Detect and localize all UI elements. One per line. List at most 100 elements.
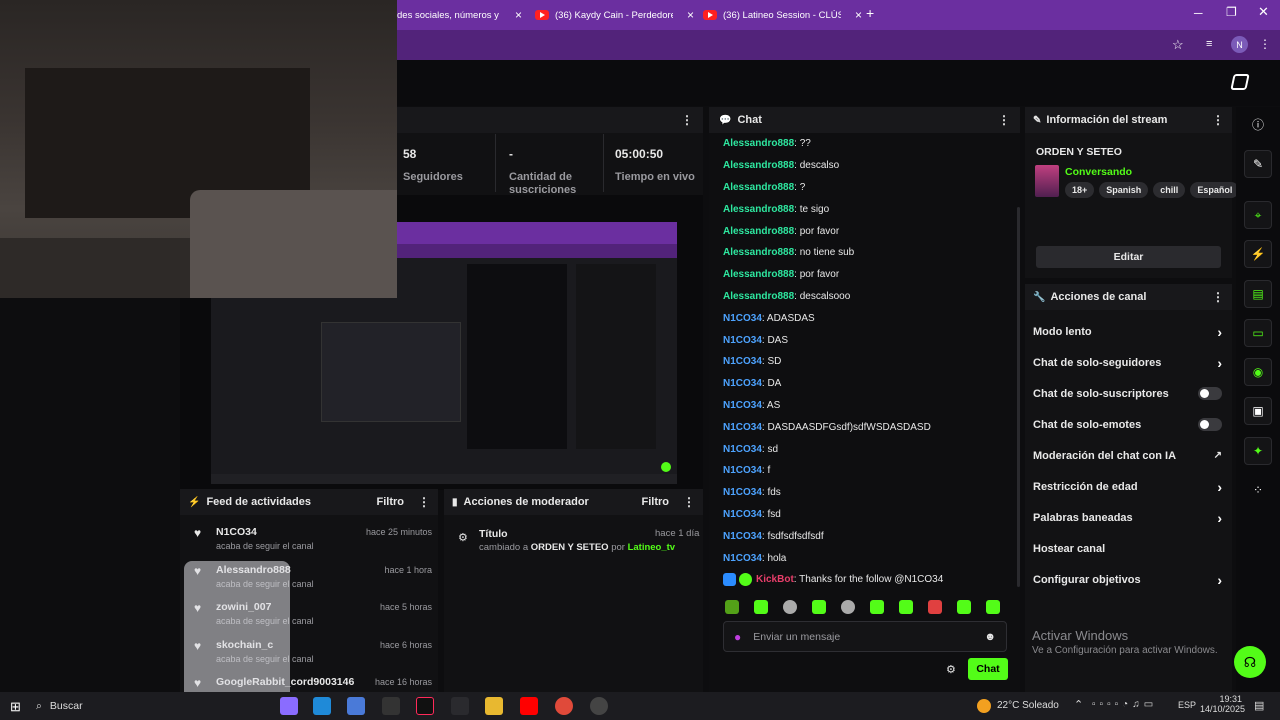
chat-username[interactable]: N1CO34: [723, 509, 762, 520]
bookmark-star-icon[interactable]: ☆: [1172, 37, 1184, 53]
chat-username[interactable]: Alessandro888: [723, 138, 794, 149]
chat-username[interactable]: N1CO34: [723, 335, 762, 346]
external-link-icon[interactable]: ↗: [1214, 450, 1222, 461]
broadcast-icon[interactable]: ◉: [1244, 358, 1272, 386]
document-icon[interactable]: ▤: [1244, 280, 1272, 308]
toggle-switch[interactable]: [1198, 387, 1222, 400]
chat-username[interactable]: N1CO34: [723, 553, 762, 564]
more-options-icon[interactable]: ⋮: [681, 113, 693, 127]
copilot-icon[interactable]: [280, 697, 298, 715]
activity-filter-button[interactable]: Filtro: [377, 496, 405, 508]
channel-action-item[interactable]: Restricción de edad ›: [1025, 471, 1232, 502]
apps-icon[interactable]: ⁘: [1244, 476, 1272, 504]
chevron-right-icon[interactable]: ›: [1217, 355, 1222, 371]
emote-icon[interactable]: [725, 600, 739, 614]
close-tab-icon[interactable]: ×: [855, 8, 862, 22]
chat-username[interactable]: Alessandro888: [723, 247, 794, 258]
close-tab-icon[interactable]: ×: [687, 8, 694, 22]
emote-icon[interactable]: [899, 600, 913, 614]
chat-username[interactable]: N1CO34: [723, 444, 762, 455]
chevron-right-icon[interactable]: ›: [1217, 510, 1222, 526]
info-icon[interactable]: ⓘ: [1244, 110, 1272, 138]
mod-filter-button[interactable]: Filtro: [642, 496, 670, 508]
taskbar-search[interactable]: ⌕ Buscar: [36, 696, 181, 716]
chat-settings-gear-icon[interactable]: ⚙: [946, 663, 956, 676]
chat-username[interactable]: Alessandro888: [723, 226, 794, 237]
browser-tab-2[interactable]: (36) Kaydy Cain - Perdedores d ×: [535, 4, 695, 26]
detail-user[interactable]: Latineo_tv: [628, 542, 676, 553]
emote-icon[interactable]: [812, 600, 826, 614]
chat-username[interactable]: Alessandro888: [723, 291, 794, 302]
emote-icon[interactable]: [783, 600, 797, 614]
layout-icon[interactable]: ▣: [1244, 397, 1272, 425]
activity-username[interactable]: N1CO34: [216, 526, 257, 538]
stream-info-options-icon[interactable]: ⋮: [1212, 113, 1224, 127]
chat-username[interactable]: N1CO34: [723, 531, 762, 542]
chat-username[interactable]: Alessandro888: [723, 204, 794, 215]
edit-stream-button[interactable]: Editar: [1036, 246, 1221, 268]
tools-icon[interactable]: ✦: [1244, 437, 1272, 465]
clock[interactable]: 19:31 14/10/2025: [1200, 694, 1245, 714]
mail-icon[interactable]: [382, 697, 400, 715]
tray-chevron-icon[interactable]: ⌃: [1074, 698, 1083, 711]
chrome-icon[interactable]: [555, 697, 573, 715]
notification-icon[interactable]: ▤: [1254, 699, 1264, 712]
mod-options-icon[interactable]: ⋮: [683, 495, 695, 509]
chat-username[interactable]: N1CO34: [723, 378, 762, 389]
channel-action-item[interactable]: Modo lento ›: [1025, 316, 1232, 347]
channel-action-item[interactable]: Configurar objetivos ›: [1025, 564, 1232, 595]
channel-action-item[interactable]: Palabras baneadas ›: [1025, 502, 1232, 533]
chat-input[interactable]: ● Enviar un mensaje ☻: [723, 621, 1007, 652]
emote-icon[interactable]: [754, 600, 768, 614]
emote-icon[interactable]: [870, 600, 884, 614]
media-control-icon[interactable]: ≡: [1206, 38, 1212, 50]
minimize-icon[interactable]: ─: [1194, 6, 1203, 20]
chat-scrollbar[interactable]: [1017, 207, 1020, 587]
chat-username[interactable]: N1CO34: [723, 400, 762, 411]
emote-icon[interactable]: [841, 600, 855, 614]
chat-username[interactable]: Alessandro888: [723, 269, 794, 280]
chat-icon[interactable]: ▭: [1244, 319, 1272, 347]
category-name[interactable]: Conversando: [1065, 166, 1132, 178]
microphone-icon[interactable]: ●: [734, 630, 741, 644]
channel-action-item[interactable]: Chat de solo-seguidores ›: [1025, 347, 1232, 378]
browser-tab-1[interactable]: des sociales, números y quié ×: [397, 4, 525, 26]
close-window-icon[interactable]: ✕: [1258, 4, 1269, 20]
channel-action-item[interactable]: Chat de solo-suscriptores: [1025, 378, 1232, 409]
channel-action-item[interactable]: Moderación del chat con IA ↗: [1025, 440, 1232, 471]
activity-options-icon[interactable]: ⋮: [418, 495, 430, 509]
edit-icon[interactable]: ✎: [1244, 150, 1272, 178]
channel-actions-options-icon[interactable]: ⋮: [1212, 290, 1224, 304]
chat-username[interactable]: N1CO34: [723, 487, 762, 498]
close-tab-icon[interactable]: ×: [515, 8, 522, 22]
focus-icon[interactable]: ⌖: [1244, 201, 1272, 229]
chat-username[interactable]: Alessandro888: [723, 160, 794, 171]
capcut-icon[interactable]: [451, 697, 469, 715]
chevron-right-icon[interactable]: ›: [1217, 479, 1222, 495]
channel-action-item[interactable]: Hostear canal: [1025, 533, 1232, 564]
browser-tab-3[interactable]: (36) Latineo Session - CLÚSTER ×: [703, 4, 863, 26]
bot-username[interactable]: KickBot: [756, 574, 794, 585]
maximize-icon[interactable]: ❐: [1226, 5, 1237, 19]
toggle-switch[interactable]: [1198, 418, 1222, 431]
channel-action-item[interactable]: Chat de solo-emotes: [1025, 409, 1232, 440]
chevron-right-icon[interactable]: ›: [1217, 324, 1222, 340]
chevron-right-icon[interactable]: ›: [1217, 572, 1222, 588]
chat-username[interactable]: N1CO34: [723, 422, 762, 433]
emoji-icon[interactable]: ☻: [984, 631, 996, 643]
chat-username[interactable]: N1CO34: [723, 313, 762, 324]
browser-menu-icon[interactable]: ⋮: [1259, 37, 1271, 51]
emote-icon[interactable]: [986, 600, 1000, 614]
tray-icons[interactable]: ▫▫▫▫◔♫▭: [1092, 699, 1157, 710]
obs-icon[interactable]: [590, 697, 608, 715]
edge-icon[interactable]: [313, 697, 331, 715]
chat-username[interactable]: Alessandro888: [723, 182, 794, 193]
kick-logo-icon[interactable]: [1230, 74, 1250, 90]
lightning-icon[interactable]: ⚡: [1244, 240, 1272, 268]
new-tab-button[interactable]: +: [866, 5, 874, 21]
chat-options-icon[interactable]: ⋮: [998, 113, 1010, 127]
youtube-app-icon[interactable]: [520, 697, 538, 715]
emote-icon[interactable]: [928, 600, 942, 614]
language-indicator[interactable]: ESP: [1178, 700, 1196, 710]
chat-username[interactable]: N1CO34: [723, 465, 762, 476]
